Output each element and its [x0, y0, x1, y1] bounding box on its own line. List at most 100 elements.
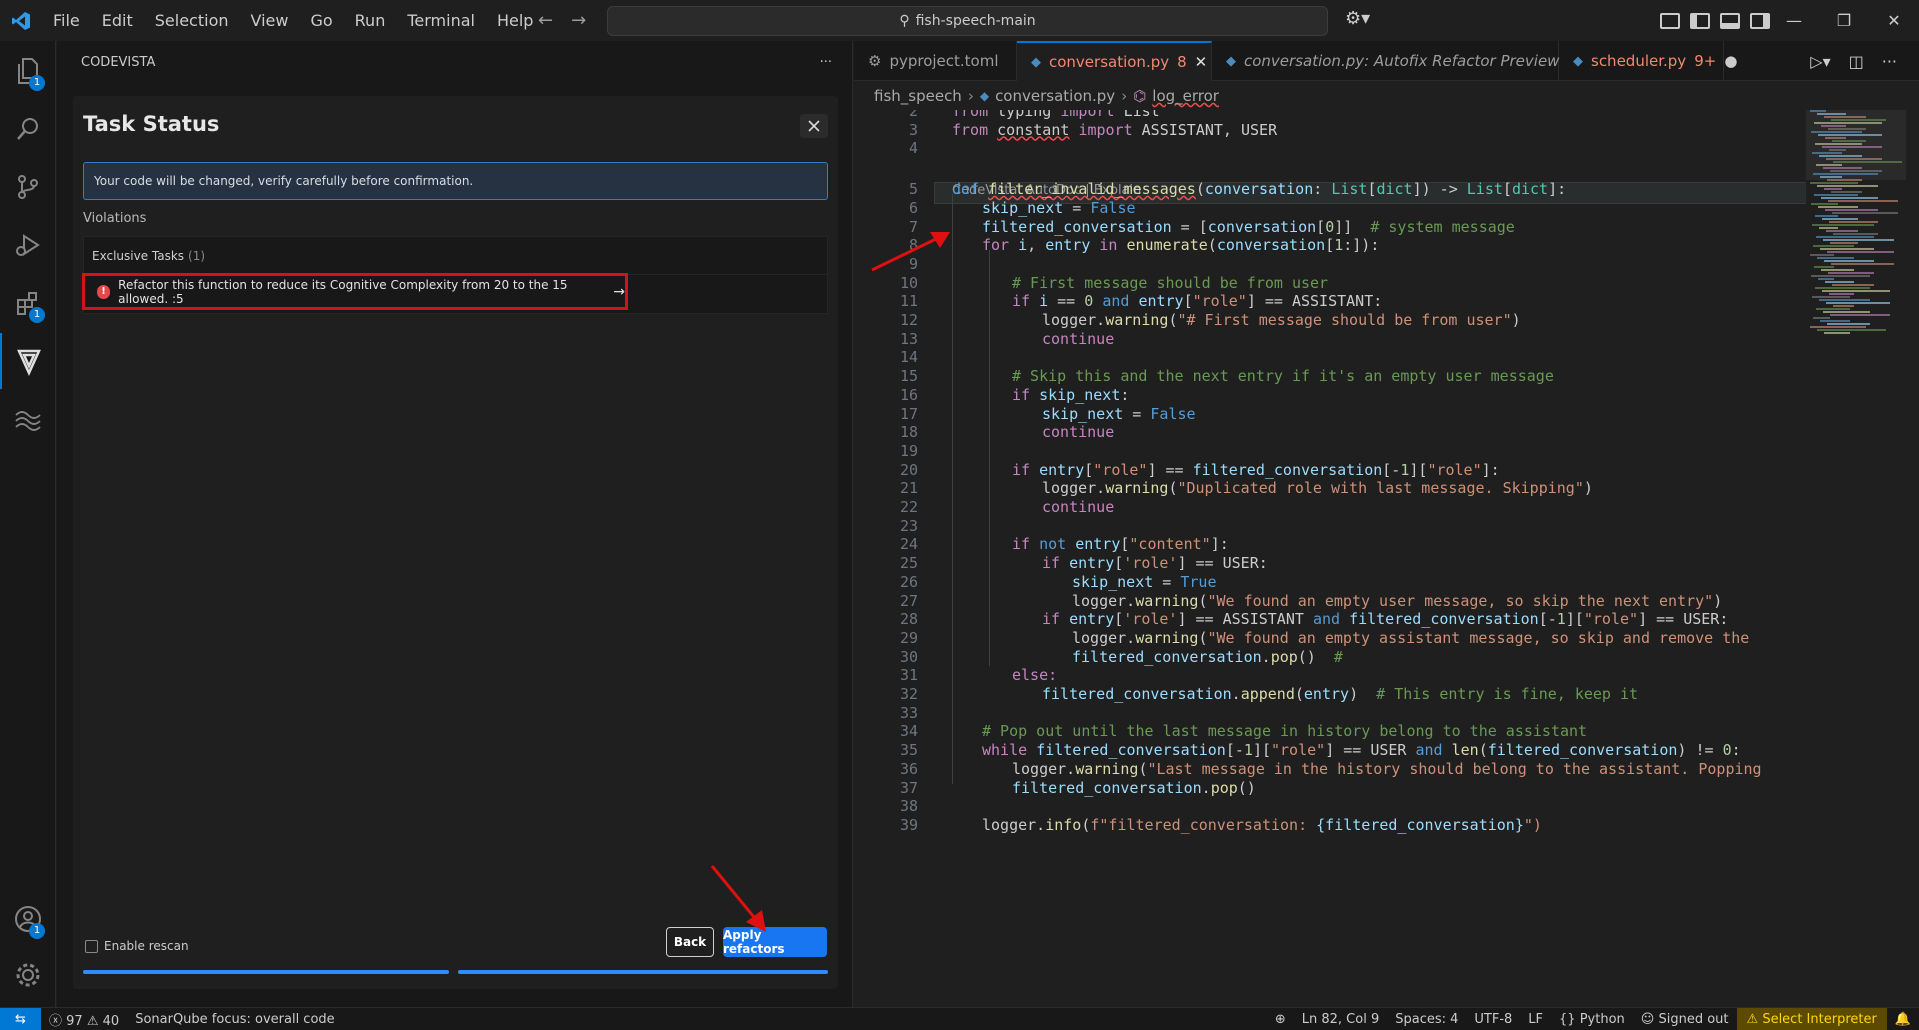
- minimap-line: [1811, 203, 1838, 205]
- menu-selection[interactable]: Selection: [144, 0, 240, 41]
- tab-refactor-preview[interactable]: ◆ conversation.py: Autofix Refactor Prev…: [1212, 41, 1559, 81]
- window-controls: — ❐ ✕: [1769, 0, 1919, 41]
- line-number: 29: [899, 628, 918, 647]
- menu-run[interactable]: Run: [344, 0, 397, 41]
- minimap-line: [1815, 287, 1870, 289]
- code-line: continue: [1042, 498, 1114, 516]
- code-token: .: [1201, 778, 1211, 797]
- select-interpreter[interactable]: ⚠ Select Interpreter: [1736, 1007, 1887, 1030]
- more-editor-icon[interactable]: ···: [1882, 52, 1897, 71]
- wave-extension-icon[interactable]: [0, 391, 56, 447]
- line-number: 20: [899, 460, 918, 479]
- menu-help[interactable]: Help: [486, 0, 544, 41]
- zoom-icon[interactable]: ⊕: [1267, 1012, 1294, 1027]
- arrow-right-icon[interactable]: →: [613, 284, 625, 300]
- violations-label: Violations: [83, 211, 147, 226]
- minimize-icon[interactable]: —: [1769, 11, 1819, 30]
- menu-edit[interactable]: Edit: [91, 0, 144, 41]
- extensions-icon[interactable]: 1: [0, 275, 56, 331]
- enable-rescan[interactable]: Enable rescan: [85, 939, 189, 953]
- exclusive-tasks-header[interactable]: Exclusive Tasks (1): [84, 237, 827, 275]
- run-icon[interactable]: ▷▾: [1810, 52, 1830, 71]
- code-token: ): [1713, 591, 1723, 610]
- code-token: continue: [1042, 498, 1115, 516]
- toggle-panel-icon[interactable]: [1720, 12, 1740, 29]
- close-panel-button[interactable]: [800, 114, 828, 138]
- code-token: = [: [1171, 217, 1208, 236]
- code-token: =: [1063, 198, 1091, 217]
- search-activity-icon[interactable]: [0, 101, 56, 157]
- accounts-icon[interactable]: 1: [0, 891, 56, 947]
- code-token: # Skip this and the next entry if it's a…: [1012, 367, 1554, 386]
- signed-out[interactable]: ☺ Signed out: [1633, 1012, 1737, 1027]
- tab-pyproject[interactable]: ⚙ pyproject.toml: [854, 41, 1017, 81]
- cursor-position[interactable]: Ln 82, Col 9: [1294, 1012, 1387, 1027]
- notifications-bell-icon[interactable]: 🔔: [1887, 1012, 1919, 1027]
- code-token: # This entry is fine, keep it: [1376, 685, 1639, 703]
- command-center-search[interactable]: ⚲ fish-speech-main: [607, 6, 1328, 36]
- remote-indicator-icon[interactable]: ⇆: [0, 1007, 41, 1030]
- line-number: 25: [899, 554, 918, 573]
- encoding[interactable]: UTF-8: [1466, 1012, 1520, 1027]
- code-line: while filtered_conversation[-1]["role"] …: [982, 741, 1741, 759]
- copilot-icon[interactable]: ⚙▾: [1345, 8, 1370, 29]
- minimap[interactable]: [1806, 110, 1906, 1007]
- vscode-logo-icon[interactable]: [0, 0, 42, 41]
- gear-file-icon: ⚙: [868, 52, 882, 70]
- minimap-slider[interactable]: [1806, 110, 1906, 180]
- line-number: 37: [899, 778, 918, 797]
- code-token: [: [1316, 217, 1326, 236]
- run-debug-icon[interactable]: [0, 217, 56, 273]
- code-token: and: [1312, 610, 1341, 629]
- code-token: 1: [1556, 610, 1566, 629]
- indentation[interactable]: Spaces: 4: [1387, 1012, 1466, 1027]
- code-token: continue: [1042, 423, 1115, 442]
- toggle-secondary-sidebar-icon[interactable]: [1750, 12, 1770, 29]
- sonarqube-focus[interactable]: SonarQube focus: overall code: [127, 1012, 342, 1027]
- line-number: 30: [899, 647, 918, 666]
- menu-go[interactable]: Go: [299, 0, 343, 41]
- code-token: entry: [1069, 554, 1115, 573]
- more-actions-icon[interactable]: ···: [820, 55, 832, 70]
- menu-terminal[interactable]: Terminal: [396, 0, 486, 41]
- code-token: filtered_conversation: [1072, 647, 1262, 666]
- codevista-icon[interactable]: [0, 333, 56, 389]
- unsaved-dot-icon[interactable]: ●: [1724, 52, 1737, 70]
- toggle-sidebar-icon[interactable]: [1690, 12, 1710, 29]
- menu-view[interactable]: View: [240, 0, 300, 41]
- vertical-scrollbar[interactable]: [1906, 110, 1919, 1007]
- breadcrumb-folder[interactable]: fish_speech: [874, 87, 962, 105]
- language-mode[interactable]: {} Python: [1551, 1012, 1633, 1027]
- close-window-icon[interactable]: ✕: [1869, 11, 1919, 30]
- breadcrumb-file[interactable]: conversation.py: [995, 87, 1115, 105]
- line-number: 28: [899, 610, 918, 629]
- violation-item[interactable]: ! Refactor this function to reduce its C…: [82, 273, 628, 310]
- split-editor-icon[interactable]: ◫: [1849, 52, 1864, 71]
- change-notice: Your code will be changed, verify carefu…: [83, 162, 828, 200]
- line-ending[interactable]: LF: [1520, 1012, 1551, 1027]
- source-control-icon[interactable]: [0, 159, 56, 215]
- forward-arrow-icon[interactable]: →: [571, 10, 586, 31]
- problems-indicator[interactable]: ⓧ 97 ⚠ 40: [41, 1010, 127, 1029]
- code-editor[interactable]: 2 3 4 5 6 7 8 9 10 11 12 13 14 15 16 17 18 19 20 21 22 23 24 25…: [854, 110, 1919, 1007]
- explorer-icon[interactable]: 1: [0, 43, 56, 99]
- back-arrow-icon[interactable]: ←: [538, 10, 553, 31]
- code-token: 0: [1325, 217, 1335, 236]
- line-number: 35: [899, 741, 918, 760]
- breadcrumb-symbol[interactable]: log_error: [1152, 87, 1219, 105]
- customize-layout-icon[interactable]: [1660, 12, 1680, 29]
- menu-file[interactable]: File: [42, 0, 91, 41]
- tab-conversation[interactable]: ◆ conversation.py 8 ✕: [1017, 41, 1212, 81]
- code-token: entry: [1303, 685, 1350, 703]
- explorer-badge: 1: [29, 75, 45, 91]
- back-button[interactable]: Back: [666, 927, 714, 957]
- line-number: 2: [908, 110, 918, 120]
- manage-gear-icon[interactable]: [0, 947, 56, 1003]
- restore-icon[interactable]: ❐: [1819, 11, 1869, 30]
- close-tab-icon[interactable]: ✕: [1195, 53, 1208, 71]
- rescan-checkbox[interactable]: [85, 939, 98, 953]
- tab-scheduler[interactable]: ◆ scheduler.py 9+ ●: [1559, 41, 1737, 81]
